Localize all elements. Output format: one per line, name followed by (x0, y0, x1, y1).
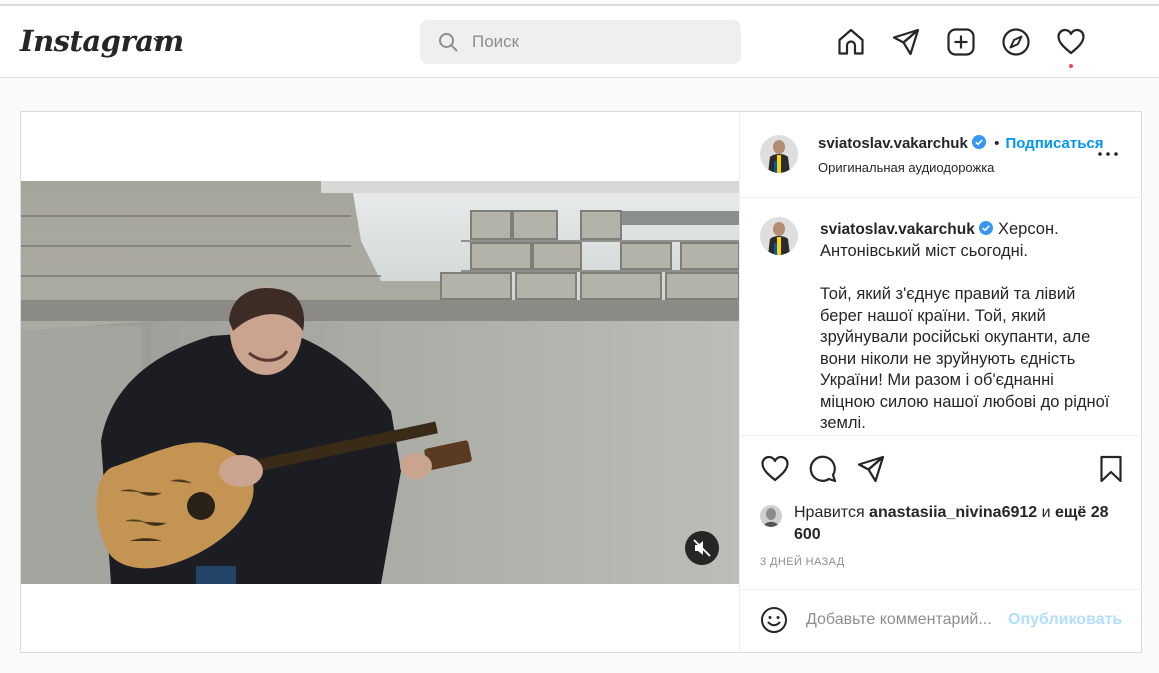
liker-avatar[interactable] (760, 505, 782, 527)
top-navigation-bar: Instagram (0, 6, 1159, 78)
post-sidebar: sviatoslav.vakarchuk • Подписаться Оригин… (739, 112, 1142, 652)
caption-author-avatar[interactable] (760, 217, 798, 255)
muted-speaker-icon (693, 539, 711, 557)
author-line: sviatoslav.vakarchuk • Подписаться (818, 135, 1104, 152)
comment-input[interactable] (806, 602, 1006, 638)
author-username[interactable]: sviatoslav.vakarchuk (818, 135, 968, 152)
follow-button[interactable]: Подписаться (1005, 135, 1103, 152)
comment-icon[interactable] (808, 454, 838, 484)
share-icon[interactable] (856, 454, 886, 484)
avatar-image (760, 135, 798, 173)
like-icon[interactable] (760, 454, 790, 484)
search-box[interactable] (420, 20, 741, 64)
emoji-icon[interactable] (760, 606, 788, 634)
avatar-image (760, 505, 782, 527)
likes-summary: Нравится anastasiia_nivina6912 и ещё 28 … (760, 502, 1130, 546)
verified-badge-icon (979, 221, 994, 235)
add-comment-section: Опубликовать (740, 589, 1142, 652)
likes-and: и (1037, 504, 1055, 521)
verified-badge-icon (972, 135, 986, 149)
new-post-icon[interactable] (946, 27, 976, 57)
comments-area[interactable]: sviatoslav.vakarchuk Херсон. Антонівськи… (740, 199, 1142, 435)
video-frame (21, 181, 739, 584)
home-icon[interactable] (836, 27, 866, 57)
mute-button[interactable] (685, 531, 719, 565)
liker-username[interactable]: anastasiia_nivina6912 (869, 504, 1037, 521)
search-icon (439, 33, 458, 52)
post-card: sviatoslav.vakarchuk • Подписаться Оригин… (20, 111, 1142, 653)
caption-paragraph2: Той, який з'єднує правий та лівий берег … (820, 285, 1110, 432)
direct-icon[interactable] (891, 27, 921, 57)
caption-username[interactable]: sviatoslav.vakarchuk (820, 221, 975, 238)
search-input[interactable] (472, 20, 732, 64)
post-timestamp[interactable]: 3 ДНЕЙ НАЗАД (760, 556, 845, 568)
activity-icon[interactable] (1056, 27, 1086, 57)
chevron-down-icon[interactable] (152, 34, 166, 48)
save-bookmark-icon[interactable] (1096, 454, 1126, 484)
publish-button[interactable]: Опубликовать (1008, 611, 1122, 629)
explore-icon[interactable] (1001, 27, 1031, 57)
notification-dot (1069, 64, 1073, 68)
likes-prefix: Нравится (794, 504, 870, 521)
more-options-icon[interactable] (1096, 142, 1120, 166)
author-avatar[interactable] (760, 135, 798, 173)
separator-dot: • (994, 135, 1000, 152)
post-video[interactable] (21, 181, 739, 584)
post-header: sviatoslav.vakarchuk • Подписаться Оригин… (740, 112, 1142, 198)
post-media (21, 112, 739, 652)
original-audio-link[interactable]: Оригинальная аудиодорожка (818, 160, 994, 175)
post-caption: sviatoslav.vakarchuk Херсон. Антонівськи… (820, 219, 1110, 435)
avatar-image (760, 217, 798, 255)
